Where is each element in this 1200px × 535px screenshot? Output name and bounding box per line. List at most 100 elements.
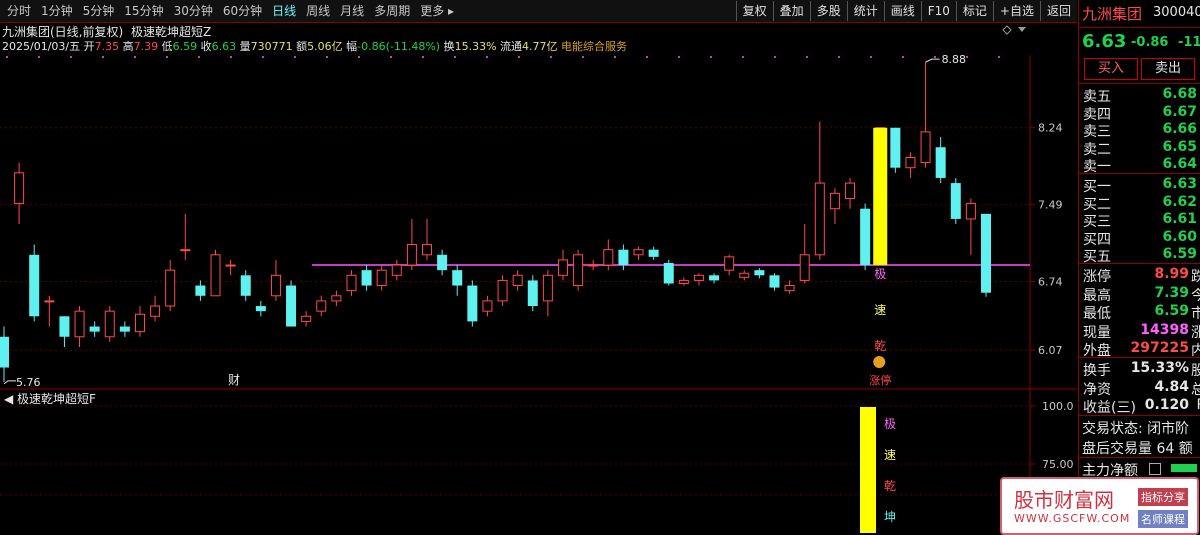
row-suffix: 总 (1191, 381, 1200, 398)
signal-dot (6, 56, 8, 58)
main-flow-bar (1171, 464, 1197, 472)
bid-row: 买一 6.63 (1083, 176, 1200, 195)
signal-dot (902, 56, 904, 58)
candle-body (799, 254, 810, 281)
candle-body (709, 275, 720, 281)
ask-row: 卖三 6.66 (1083, 121, 1200, 140)
signal-char: 极 (874, 267, 886, 281)
sub-signal-bar (860, 407, 876, 533)
row-value: 14398 (1140, 321, 1189, 338)
ask-row: 卖二 6.65 (1083, 138, 1200, 158)
y-tick-label: 100.0 (1042, 400, 1074, 413)
candle-body (724, 256, 735, 271)
main-flow-icon[interactable] (1149, 463, 1161, 475)
candle-body (59, 316, 70, 337)
candle-body (406, 244, 417, 266)
candle-body (270, 274, 281, 297)
signal-dot (934, 56, 936, 58)
candle-body (286, 285, 297, 327)
price-change: -0.86 (1131, 35, 1169, 50)
candle-body (754, 270, 765, 276)
candle-body (814, 182, 825, 256)
candle-body (301, 315, 312, 322)
watermark-title: 股市财富网 (1014, 488, 1114, 512)
signal-char: 乾 (874, 339, 886, 353)
stat-row: 现量 14398 涨 (1083, 321, 1200, 341)
row-label: 最低 (1083, 306, 1111, 322)
signal-dot (806, 56, 808, 58)
sub-signal-char: 坤 (884, 509, 896, 524)
candle-body (119, 326, 130, 332)
signal-dot (710, 56, 712, 58)
row-value: 6.66 (1162, 121, 1197, 137)
signal-dot (358, 56, 360, 58)
watermark-logo: 股市财富网 指标分享 WWW.GSCFW.COM 名师课程 (1000, 477, 1199, 535)
ask-row: 卖一 6.64 (1083, 156, 1200, 175)
signal-dot (550, 56, 552, 58)
ask-row: 卖四 6.67 (1083, 103, 1200, 123)
candle-body (452, 270, 463, 286)
candle-body (905, 156, 916, 169)
diamond-icon (1002, 25, 1012, 35)
row-suffix: 跌 (1191, 269, 1200, 285)
high-label: 8.88 (942, 53, 967, 66)
row-value: 6.63 (1162, 176, 1197, 192)
signal-dot (774, 56, 776, 58)
candle-body (603, 249, 614, 266)
signal-dot (870, 56, 872, 58)
candle-body (89, 326, 100, 332)
candle-body (331, 295, 342, 302)
candle-body (618, 249, 629, 266)
row-value: 6.65 (1162, 138, 1197, 155)
candle-body (769, 275, 780, 288)
candle-body (376, 269, 387, 287)
money-bag-icon (873, 356, 886, 368)
signal-dot (518, 56, 520, 58)
signal-dot (646, 56, 648, 58)
candle-body (165, 269, 176, 307)
watermark-tag1: 指标分享 (1138, 488, 1188, 506)
candle-body (210, 254, 221, 297)
candle-body (346, 274, 357, 292)
candle-body (678, 279, 689, 284)
quote-panel: 九洲集团 300040 6.63 -0.86 -11.48 买入 卖出 交易状态… (1078, 0, 1200, 533)
signal-dot (102, 56, 104, 58)
candle-body (784, 285, 795, 292)
row-label: 现量 (1083, 324, 1111, 341)
candle-body (950, 183, 961, 219)
kline-chart[interactable]: 8.247.496.746.078.885.76极速乾涨停财◀ 极速乾坤超短F1… (0, 0, 1077, 533)
candle-body (739, 272, 750, 278)
row-suffix: 内 (1191, 343, 1200, 359)
candle-body (573, 254, 584, 287)
price-change-pct: -11.48 (1178, 35, 1200, 50)
divider (1079, 83, 1200, 84)
candle-body (557, 259, 568, 276)
signal-dot (486, 56, 488, 58)
signal-dot (454, 56, 456, 58)
watermark-tag2: 名师课程 (1138, 510, 1188, 528)
candle-body (422, 244, 433, 256)
y-tick-label: 8.24 (1038, 122, 1063, 135)
row-value: 4.84 (1154, 378, 1189, 395)
candle-body (0, 336, 9, 368)
row-value: 6.59 (1162, 246, 1197, 262)
row-label: 外盘 (1083, 343, 1111, 359)
y-tick-label: 7.49 (1038, 199, 1063, 212)
buy-button[interactable]: 买入 (1084, 58, 1138, 80)
candle-body (134, 313, 145, 333)
stat-row: 换手 15.33% 股 (1083, 360, 1200, 379)
row-label: 涨停 (1083, 269, 1111, 285)
row-label: 收益(三) (1083, 400, 1136, 416)
sell-button[interactable]: 卖出 (1141, 58, 1195, 80)
row-value: 6.67 (1162, 103, 1197, 120)
candle-body (633, 249, 644, 256)
signal-dot (38, 56, 40, 58)
candle-body (890, 127, 901, 168)
row-value: 6.60 (1162, 228, 1197, 245)
row-value: 6.68 (1162, 86, 1197, 102)
candle-body (693, 274, 704, 281)
candle-body (935, 147, 946, 178)
stat-row: 涨停 8.99 跌 (1083, 266, 1200, 285)
y-tick-label: 6.74 (1038, 275, 1063, 288)
row-value: 6.64 (1162, 156, 1197, 172)
